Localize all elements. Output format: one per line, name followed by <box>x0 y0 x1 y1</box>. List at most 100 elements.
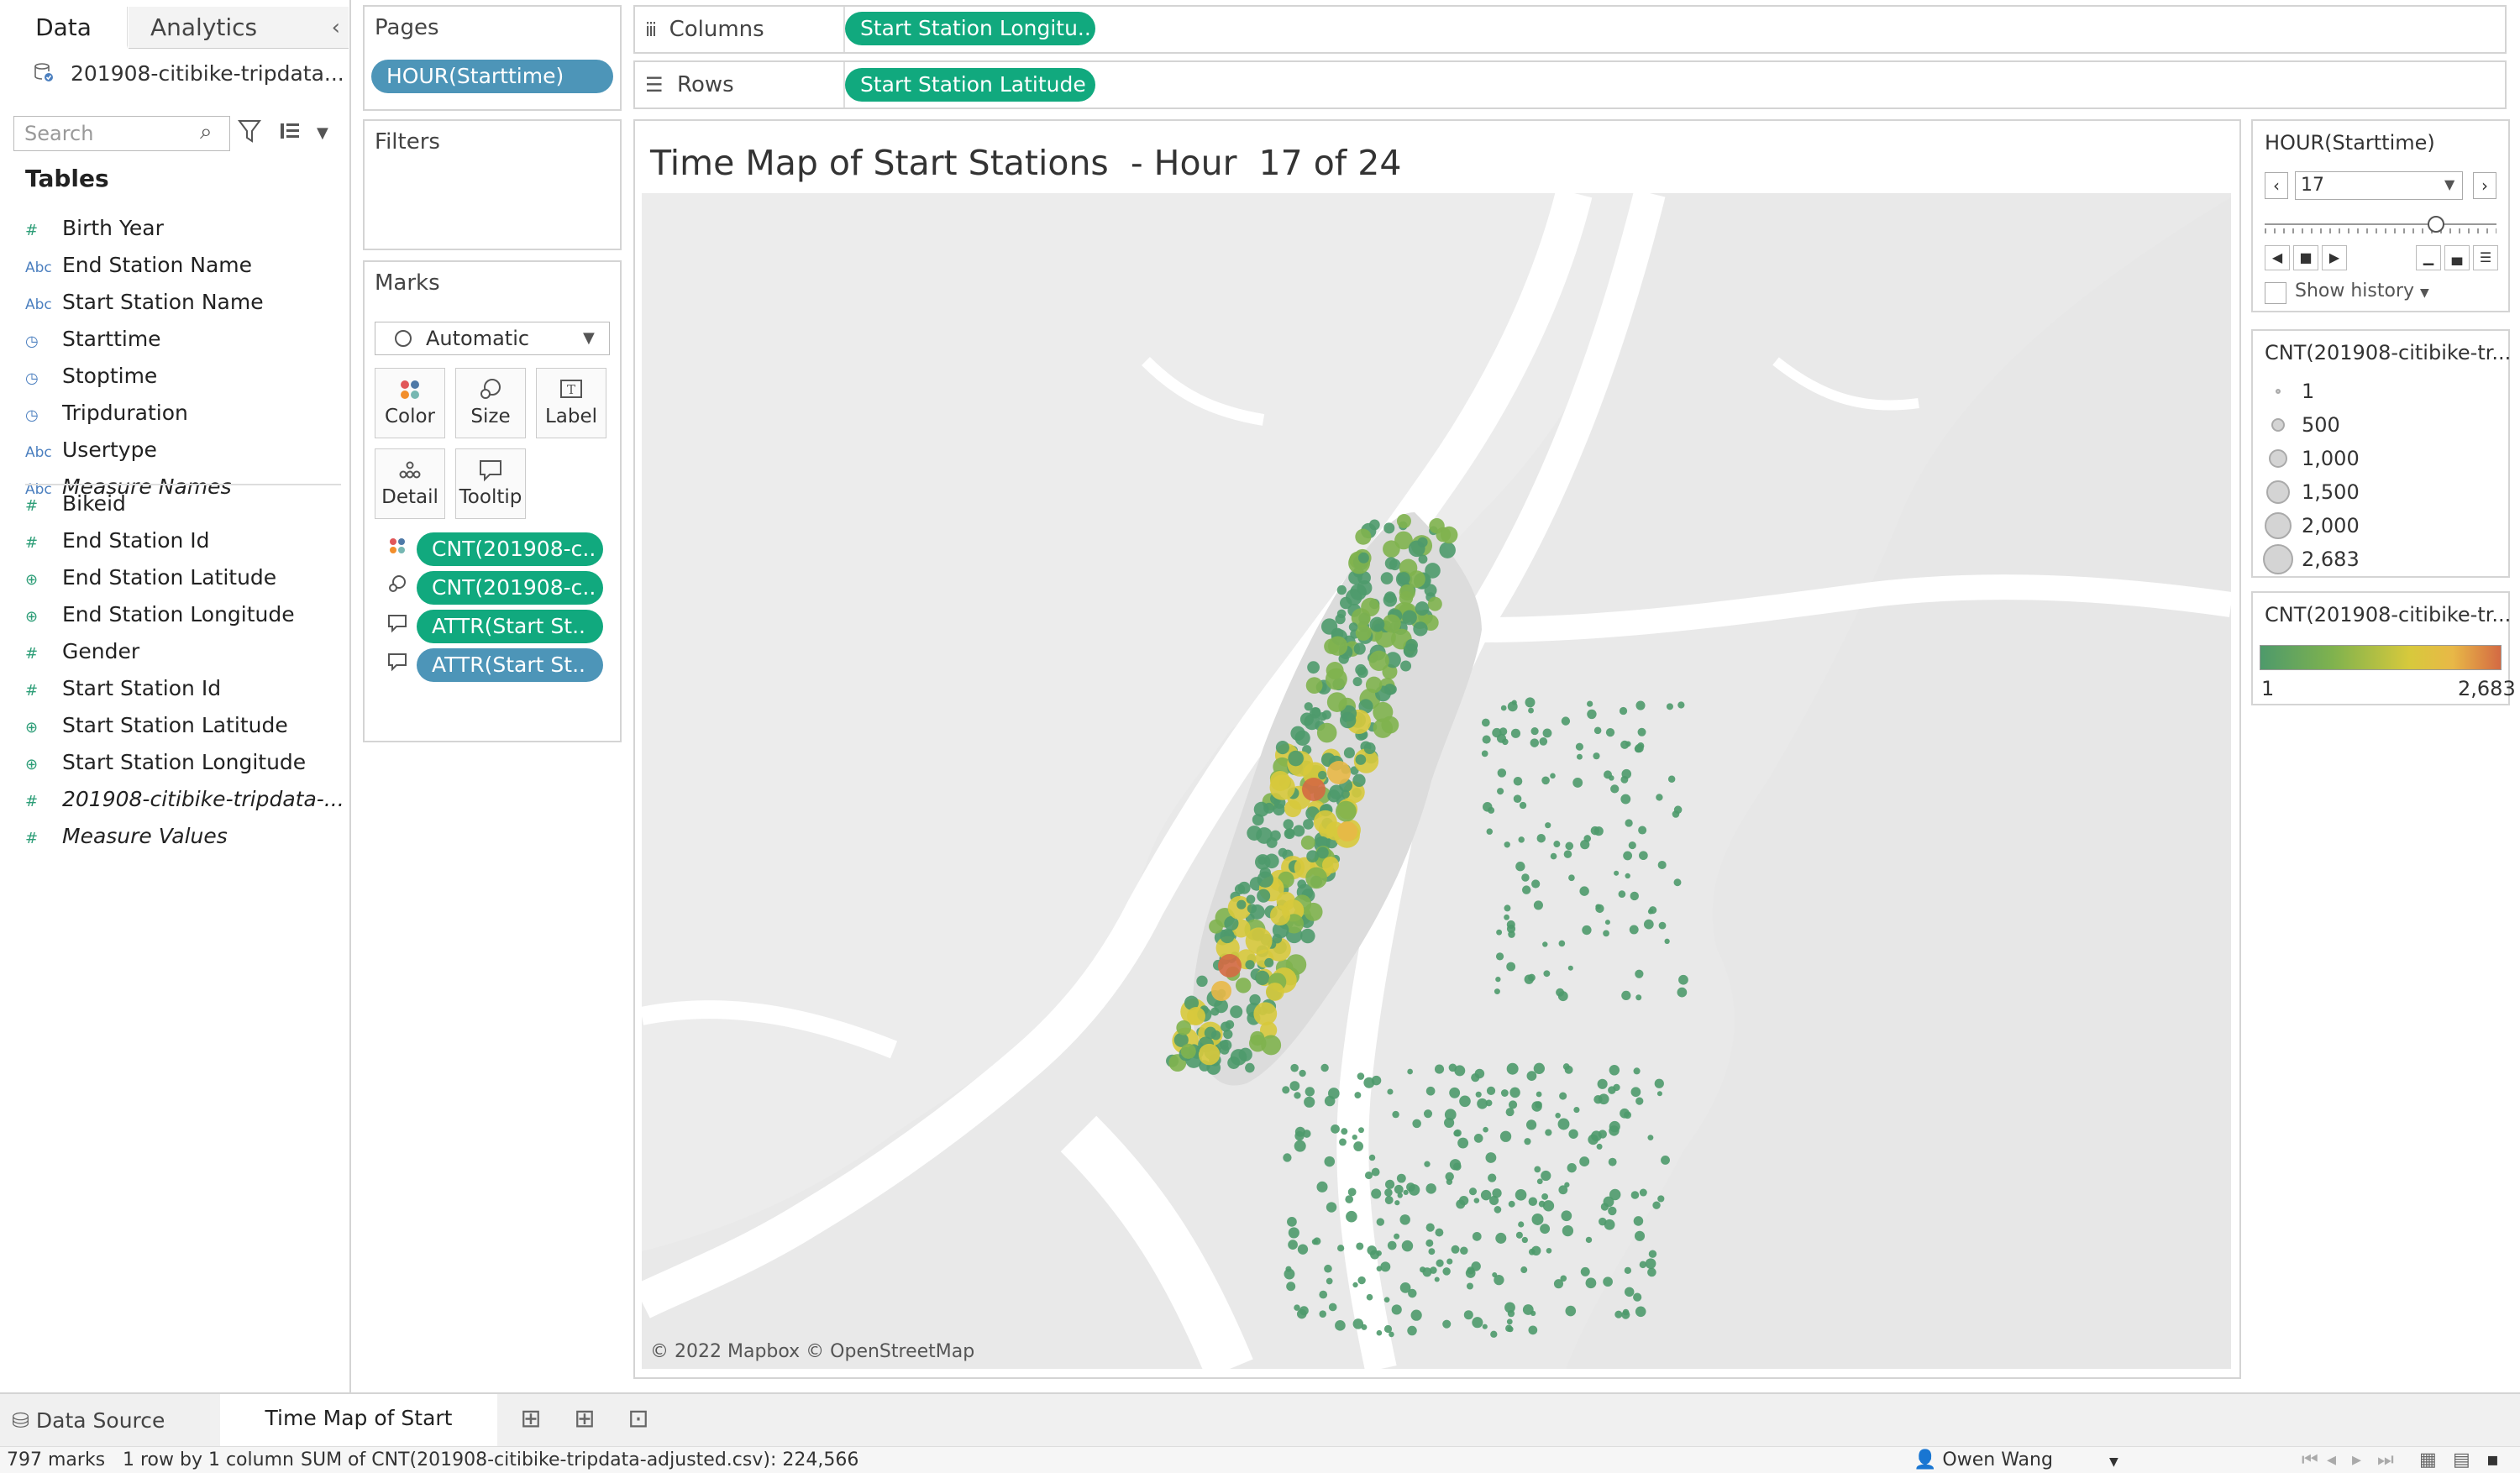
station-marker[interactable] <box>1427 596 1442 611</box>
station-marker[interactable] <box>1425 1086 1436 1096</box>
station-marker[interactable] <box>1355 624 1372 641</box>
station-marker[interactable] <box>1383 522 1395 534</box>
station-marker[interactable] <box>1504 841 1510 848</box>
play-forward-button[interactable]: ▶ <box>2322 245 2347 270</box>
station-marker[interactable] <box>1380 1261 1391 1272</box>
station-marker[interactable] <box>1402 610 1417 626</box>
station-marker[interactable] <box>1596 1143 1603 1150</box>
station-marker[interactable] <box>1326 1277 1333 1285</box>
station-marker[interactable] <box>1428 1248 1436 1255</box>
station-marker[interactable] <box>1620 740 1630 749</box>
station-marker[interactable] <box>1531 1214 1544 1225</box>
station-marker[interactable] <box>1355 528 1372 545</box>
station-marker[interactable] <box>1587 709 1597 720</box>
station-marker[interactable] <box>1564 1065 1573 1074</box>
station-marker[interactable] <box>1531 879 1541 889</box>
station-marker[interactable] <box>1542 1200 1555 1212</box>
station-marker[interactable] <box>1283 1153 1292 1162</box>
station-marker[interactable] <box>1187 1007 1205 1025</box>
chevron-down-icon[interactable]: ▼ <box>2109 1455 2118 1469</box>
station-marker[interactable] <box>1475 1091 1482 1098</box>
station-marker[interactable] <box>1442 1319 1452 1329</box>
station-marker[interactable] <box>1449 1159 1462 1171</box>
station-marker[interactable] <box>1558 940 1566 947</box>
rows-pill[interactable]: Start Station Latitude <box>845 68 1095 102</box>
filters-card[interactable]: Filters <box>363 119 622 250</box>
station-marker[interactable] <box>1531 1101 1542 1112</box>
station-marker[interactable] <box>1284 1268 1295 1280</box>
station-marker[interactable] <box>1220 929 1235 944</box>
station-marker[interactable] <box>1417 537 1428 548</box>
station-marker[interactable] <box>1513 794 1522 804</box>
station-marker[interactable] <box>1508 930 1515 938</box>
station-marker[interactable] <box>1625 873 1630 879</box>
station-marker[interactable] <box>1436 1259 1444 1267</box>
station-marker[interactable] <box>1394 1184 1404 1194</box>
station-marker[interactable] <box>1614 870 1620 876</box>
nav-next-icon[interactable]: ▸ <box>2352 1449 2361 1470</box>
station-marker[interactable] <box>1543 970 1551 978</box>
station-marker[interactable] <box>1327 789 1341 803</box>
station-marker[interactable] <box>1324 1095 1336 1107</box>
new-worksheet-icon[interactable]: ⊞ <box>514 1402 548 1436</box>
station-marker[interactable] <box>1352 1134 1357 1140</box>
station-marker[interactable] <box>1363 742 1376 755</box>
station-marker[interactable] <box>1371 1167 1380 1177</box>
station-marker[interactable] <box>1288 1227 1299 1239</box>
station-marker[interactable] <box>1635 994 1642 1001</box>
station-marker[interactable] <box>1654 1078 1664 1088</box>
station-marker[interactable] <box>1245 960 1255 970</box>
color-pill[interactable]: CNT(201908-c.. <box>417 532 603 566</box>
station-marker[interactable] <box>1313 810 1337 834</box>
station-marker[interactable] <box>1541 1193 1549 1200</box>
station-marker[interactable] <box>1648 1250 1657 1258</box>
station-marker[interactable] <box>1299 1306 1309 1316</box>
station-marker[interactable] <box>1495 952 1504 961</box>
station-marker[interactable] <box>1608 1206 1617 1216</box>
station-marker[interactable] <box>1633 1216 1644 1226</box>
station-marker[interactable] <box>1346 1210 1357 1223</box>
station-marker[interactable] <box>1368 650 1389 671</box>
station-marker[interactable] <box>1528 707 1534 714</box>
station-marker[interactable] <box>1561 716 1571 726</box>
station-marker[interactable] <box>1410 1309 1422 1321</box>
station-marker[interactable] <box>1536 1091 1542 1098</box>
station-marker[interactable] <box>1630 891 1639 901</box>
station-marker[interactable] <box>1396 1173 1406 1183</box>
station-marker[interactable] <box>1337 821 1357 841</box>
station-marker[interactable] <box>1383 593 1398 607</box>
field-end-station-longitude[interactable]: ⊕ End Station Longitude <box>25 598 295 632</box>
color-gradient[interactable] <box>2260 645 2502 670</box>
station-marker[interactable] <box>1533 900 1543 910</box>
station-marker[interactable] <box>1376 1329 1383 1336</box>
station-marker[interactable] <box>1613 1083 1620 1092</box>
station-marker[interactable] <box>1492 1272 1498 1278</box>
station-marker[interactable] <box>1357 1072 1365 1080</box>
station-marker[interactable] <box>1647 1267 1656 1277</box>
station-marker[interactable] <box>1542 728 1552 738</box>
station-marker[interactable] <box>1530 1310 1536 1317</box>
pages-pill[interactable]: HOUR(Starttime) <box>371 60 613 93</box>
station-marker[interactable] <box>1353 642 1366 655</box>
station-marker[interactable] <box>1294 1304 1300 1311</box>
station-marker[interactable] <box>1472 1317 1483 1329</box>
station-marker[interactable] <box>1456 1199 1466 1209</box>
station-marker[interactable] <box>1403 643 1418 658</box>
station-marker[interactable] <box>1299 1069 1306 1077</box>
station-marker[interactable] <box>1418 554 1428 564</box>
station-marker[interactable] <box>1580 1266 1590 1276</box>
field-start-station-name[interactable]: Abc Start Station Name <box>25 286 264 319</box>
station-marker[interactable] <box>1485 1152 1497 1163</box>
station-marker[interactable] <box>1605 728 1615 737</box>
station-marker[interactable] <box>1610 784 1620 794</box>
station-marker[interactable] <box>1434 1276 1440 1282</box>
station-marker[interactable] <box>1425 1183 1436 1194</box>
station-marker[interactable] <box>1370 1250 1380 1260</box>
station-marker[interactable] <box>1474 1068 1485 1079</box>
station-marker[interactable] <box>1348 622 1358 632</box>
station-marker[interactable] <box>1326 692 1347 712</box>
station-marker[interactable] <box>1604 1219 1615 1230</box>
field-birth-year[interactable]: # Birth Year <box>25 212 164 245</box>
station-marker[interactable] <box>1288 750 1304 767</box>
size-button[interactable]: Size <box>455 368 526 438</box>
